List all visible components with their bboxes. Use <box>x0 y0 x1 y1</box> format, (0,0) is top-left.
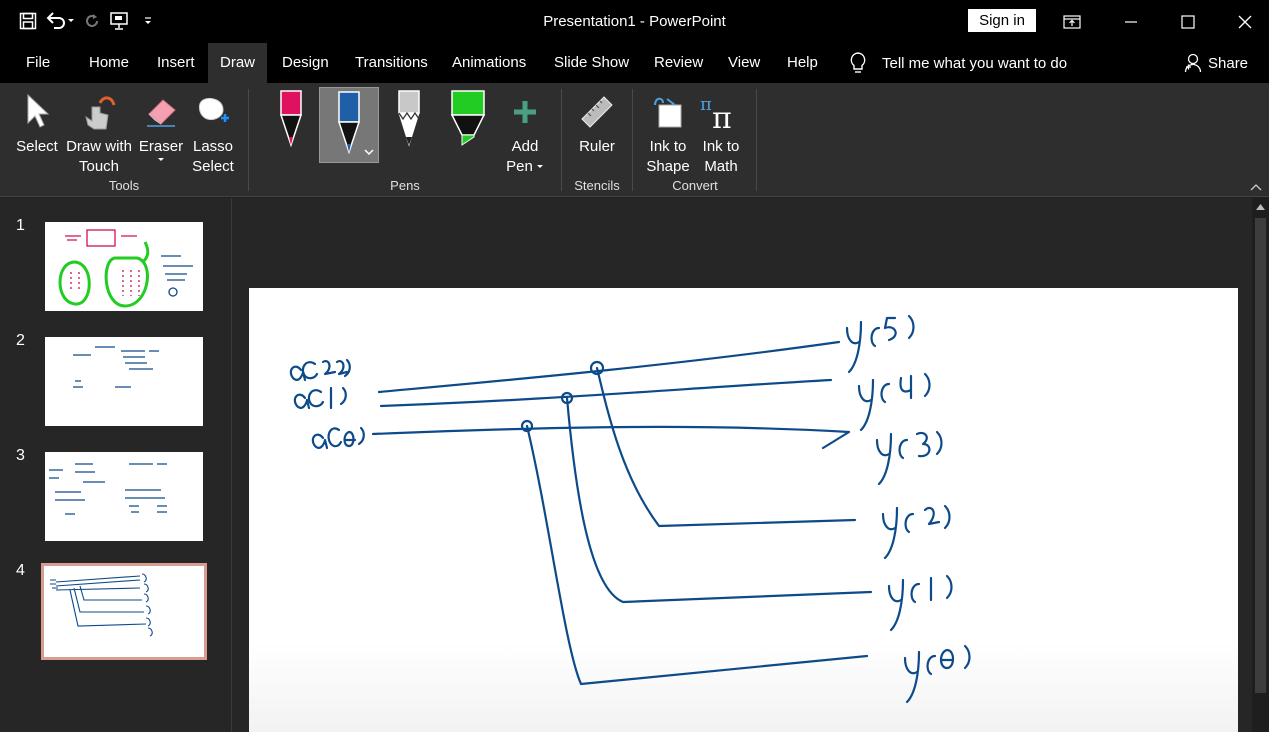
lasso-select-button[interactable]: Lasso Select <box>190 87 236 177</box>
tell-me-box[interactable]: Tell me what you want to do <box>848 43 1067 83</box>
pen-pink[interactable] <box>266 87 316 163</box>
slide-editing-area <box>233 198 1252 732</box>
redo-icon[interactable] <box>78 8 106 34</box>
convert-group-label: Convert <box>672 178 718 193</box>
slide-number: 4 <box>16 562 25 579</box>
pens-group-label: Pens <box>390 178 420 193</box>
ribbon-tabs: File Home Insert Draw Design Transitions… <box>0 43 1269 83</box>
tab-draw[interactable]: Draw <box>208 43 268 83</box>
group-separator <box>561 89 562 191</box>
eraser-button[interactable]: Eraser <box>139 87 183 163</box>
ink-to-math-button[interactable]: ππ Ink to Math <box>698 87 744 177</box>
ribbon-display-icon[interactable] <box>1043 0 1100 43</box>
tab-home[interactable]: Home <box>77 43 141 83</box>
tab-transitions[interactable]: Transitions <box>343 43 440 83</box>
customize-icon[interactable] <box>134 8 162 34</box>
present-icon[interactable] <box>106 8 134 34</box>
ink-drawing <box>289 314 971 704</box>
select-button[interactable]: Select <box>14 87 60 157</box>
tab-review[interactable]: Review <box>642 43 715 83</box>
title-bar: Presentation1 - PowerPoint Sign in <box>0 0 1269 43</box>
collapse-ribbon-icon[interactable] <box>1249 182 1263 192</box>
tools-group-label: Tools <box>108 178 140 193</box>
share-label: Share <box>1208 54 1249 72</box>
tab-design[interactable]: Design <box>270 43 341 83</box>
plus-icon <box>514 101 536 123</box>
pi-math-icon: ππ <box>700 94 732 132</box>
pen-highlighter[interactable] <box>443 87 493 163</box>
svg-text:π: π <box>712 101 732 132</box>
undo-icon[interactable] <box>42 8 78 34</box>
slide-thumbnail-3[interactable] <box>45 452 203 541</box>
chevron-down-icon <box>536 165 543 168</box>
tell-me-text: Tell me what you want to do <box>882 54 1068 72</box>
svg-text:π: π <box>700 94 712 115</box>
pencil-icon <box>398 90 420 147</box>
tab-animations[interactable]: Animations <box>440 43 538 83</box>
maximize-icon[interactable] <box>1159 0 1216 43</box>
slide-canvas[interactable] <box>249 288 1238 732</box>
ink-to-shape-icon <box>654 97 682 128</box>
cursor-arrow-icon <box>27 93 50 128</box>
vertical-scrollbar[interactable] <box>1252 198 1269 732</box>
group-separator <box>248 89 249 191</box>
blue-pen-icon <box>337 91 361 155</box>
share-button[interactable]: Share <box>1184 43 1248 83</box>
slide-number: 3 <box>16 447 25 464</box>
stencils-group-label: Stencils <box>574 178 620 193</box>
tab-help[interactable]: Help <box>775 43 830 83</box>
tab-file[interactable]: File <box>14 43 62 83</box>
slide-number: 1 <box>16 217 25 234</box>
slide-number: 2 <box>16 332 25 349</box>
eraser-icon <box>147 99 176 127</box>
tab-view[interactable]: View <box>716 43 772 83</box>
ruler-icon <box>581 96 613 128</box>
close-icon[interactable] <box>1216 0 1269 43</box>
lasso-icon <box>198 97 229 122</box>
ruler-button[interactable]: Ruler <box>574 87 620 157</box>
group-separator <box>632 89 633 191</box>
group-separator <box>756 89 757 191</box>
person-icon <box>1184 53 1202 73</box>
add-pen-button[interactable]: Add Pen <box>502 87 548 177</box>
scroll-up-icon[interactable] <box>1256 204 1265 210</box>
pen-blue-selected[interactable] <box>319 87 379 163</box>
tab-insert[interactable]: Insert <box>145 43 207 83</box>
touch-hand-icon <box>85 96 116 130</box>
lightbulb-icon <box>850 52 866 73</box>
chevron-down-icon <box>158 158 164 161</box>
highlighter-icon <box>450 90 486 146</box>
slide-thumbnail-2[interactable] <box>45 337 203 426</box>
sign-in-button[interactable]: Sign in <box>968 9 1036 32</box>
slide-thumbnail-4-selected[interactable] <box>41 563 207 660</box>
draw-ribbon: Select Draw with Touch Eraser Lasso Sele… <box>0 83 1269 197</box>
quick-access-toolbar <box>14 8 162 34</box>
tab-slide-show[interactable]: Slide Show <box>542 43 641 83</box>
minimize-icon[interactable] <box>1102 0 1159 43</box>
workspace: 1 2 3 4 <box>0 198 1269 732</box>
slide-thumbnail-1[interactable] <box>45 222 203 311</box>
chevron-down-icon[interactable] <box>364 148 374 156</box>
scrollbar-thumb[interactable] <box>1255 218 1266 693</box>
pen-pencil[interactable] <box>384 87 434 163</box>
pink-pen-icon <box>279 90 303 148</box>
draw-with-touch-button[interactable]: Draw with Touch <box>64 87 134 177</box>
ink-to-shape-button[interactable]: Ink to Shape <box>644 87 692 177</box>
save-icon[interactable] <box>14 8 42 34</box>
slide-thumbnail-pane[interactable]: 1 2 3 4 <box>0 198 232 732</box>
